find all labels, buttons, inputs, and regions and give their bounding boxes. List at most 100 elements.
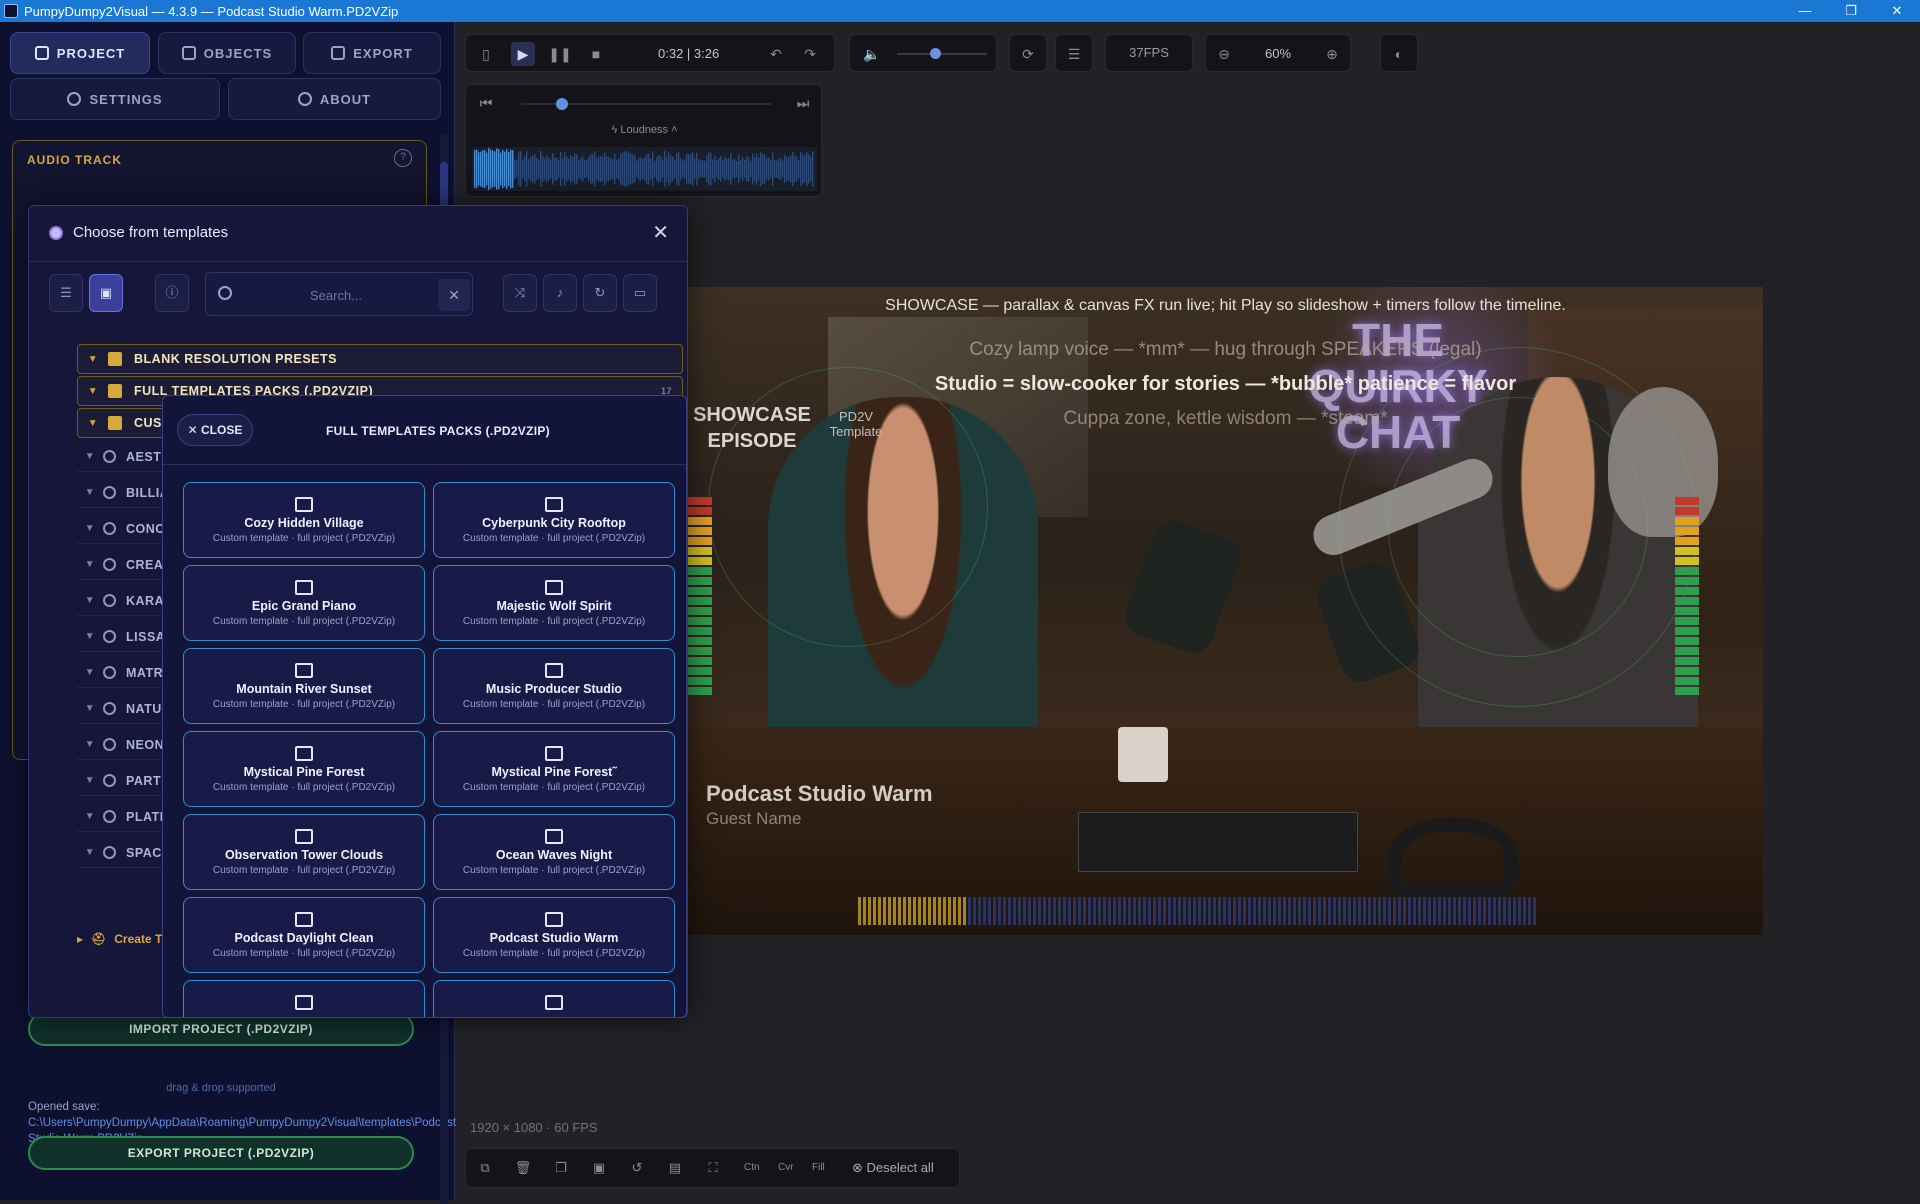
template-card[interactable] — [433, 980, 675, 1017]
template-card[interactable]: Podcast Daylight Clean Custom template · … — [183, 897, 425, 973]
template-search: ✕ — [205, 272, 473, 316]
wave-bar — [508, 152, 510, 186]
group-icon — [103, 486, 116, 499]
search-clear-button[interactable]: ✕ — [438, 279, 470, 311]
rotate-icon[interactable]: ↺ — [626, 1157, 648, 1179]
zoom-out-icon[interactable]: ⊖ — [1212, 42, 1236, 66]
wave-bar — [616, 159, 618, 179]
template-card[interactable]: Ocean Waves Night Custom template · full … — [433, 814, 675, 890]
template-card[interactable]: Cyberpunk City Rooftop Custom template · … — [433, 482, 675, 558]
template-card[interactable]: Mystical Pine Forest˜ Custom template · f… — [433, 731, 675, 807]
volume-icon[interactable]: 🔈 — [860, 42, 884, 66]
template-card[interactable]: Observation Tower Clouds Custom template … — [183, 814, 425, 890]
picture-icon[interactable]: ▤ — [664, 1157, 686, 1179]
mixer-settings-button[interactable]: ☰ — [1055, 34, 1093, 72]
minimize-button[interactable]: — — [1782, 0, 1828, 22]
modal-close-button[interactable]: ✕ — [652, 220, 669, 245]
pause-icon[interactable]: ❚❚ — [548, 42, 572, 66]
wave-bar — [516, 160, 518, 178]
export-project-button[interactable]: EXPORT PROJECT (.PD2VZIP) — [28, 1136, 414, 1170]
chevron-down-icon: ▼ — [87, 353, 99, 365]
play-icon[interactable]: ▶ — [511, 42, 535, 66]
nav-objects-tab[interactable]: OBJECTS — [158, 32, 296, 74]
info-icon[interactable]: ⓘ — [155, 274, 189, 312]
loudness-toggle[interactable]: ϟ Loudness ˄ — [466, 124, 823, 136]
wave-bar — [726, 158, 728, 180]
preview-canvas[interactable]: THE QUIRKY CHAT SHOWCASE — parallax & ca… — [688, 287, 1763, 935]
volume-slider-knob[interactable] — [930, 48, 941, 59]
fullscreen-icon[interactable]: ⛶ — [702, 1157, 724, 1179]
card-view-icon[interactable]: ▣ — [89, 274, 123, 312]
category-blank-presets[interactable]: ▼ BLANK RESOLUTION PRESETS — [77, 344, 683, 374]
template-card[interactable]: Majestic Wolf Spirit Custom template · fu… — [433, 565, 675, 641]
loop-button[interactable]: ⟳ — [1009, 34, 1047, 72]
shuffle-icon[interactable]: ⤨ — [503, 274, 537, 312]
wave-bar — [630, 153, 632, 185]
chevron-down-icon: ▼ — [84, 451, 96, 462]
wave-bar — [768, 157, 770, 181]
group-icon — [103, 738, 116, 751]
stop-icon[interactable]: ■ — [584, 42, 608, 66]
wave-bar — [812, 151, 814, 187]
redo-icon[interactable]: ↷ — [798, 42, 822, 66]
undo-icon[interactable]: ↶ — [764, 42, 788, 66]
copy-icon[interactable]: ❐ — [550, 1157, 572, 1179]
volume-slider[interactable] — [897, 53, 987, 55]
theme-button[interactable]: ◐ — [1380, 34, 1418, 72]
template-card[interactable]: Podcast Studio Warm Custom template · ful… — [433, 897, 675, 973]
wave-bar — [482, 150, 484, 188]
folder-icon — [545, 663, 563, 678]
list-view-icon[interactable]: ☰ — [49, 274, 83, 312]
wave-bar — [798, 159, 800, 179]
template-card[interactable]: Mountain River Sunset Custom template · f… — [183, 648, 425, 724]
vu-segment — [688, 577, 712, 585]
nav-export-tab[interactable]: EXPORT — [303, 32, 441, 74]
wave-bar — [810, 156, 812, 182]
refresh-icon[interactable]: ↻ — [583, 274, 617, 312]
wave-bar — [668, 152, 670, 186]
duplicate-icon[interactable]: ⧉ — [474, 1157, 496, 1179]
close-window-button[interactable]: ✕ — [1874, 0, 1920, 22]
template-card-subtitle: Custom template · full project (.PD2VZip… — [462, 948, 646, 959]
waveform[interactable] — [472, 147, 817, 191]
template-card[interactable]: Mystical Pine Forest Custom template · fu… — [183, 731, 425, 807]
wave-bar — [750, 160, 752, 178]
wave-bar — [762, 153, 764, 185]
sidebar-toggle-icon[interactable]: ▯ — [474, 42, 498, 66]
wave-bar — [766, 158, 768, 180]
subpanel-close-button[interactable]: ✕ CLOSE — [177, 414, 253, 446]
skip-end-icon[interactable]: ⏭ — [791, 91, 815, 115]
zoom-in-icon[interactable]: ⊕ — [1320, 42, 1344, 66]
folder-icon — [545, 580, 563, 595]
search-input[interactable] — [246, 281, 426, 309]
wave-bar — [756, 153, 758, 185]
wave-bar — [598, 156, 600, 182]
group-icon — [103, 450, 116, 463]
deselect-all-button[interactable]: ⊗ Deselect all — [852, 1160, 934, 1176]
wave-bar — [558, 160, 560, 178]
template-card[interactable]: Cozy Hidden Village Custom template · ful… — [183, 482, 425, 558]
template-card-grid: Cozy Hidden Village Custom template · ful… — [183, 482, 675, 1017]
contain-button[interactable]: Ctn — [744, 1162, 760, 1173]
seek-knob[interactable] — [556, 98, 568, 110]
cover-button[interactable]: Cvr — [778, 1162, 794, 1173]
wave-bar — [776, 160, 778, 178]
help-icon[interactable]: ? — [394, 149, 412, 167]
chevron-down-icon: ▼ — [84, 667, 96, 678]
folder-icon — [295, 580, 313, 595]
template-card[interactable]: Music Producer Studio Custom template · f… — [433, 648, 675, 724]
wave-bar — [566, 156, 568, 182]
nav-about-tab[interactable]: ABOUT — [228, 78, 441, 120]
trash-icon[interactable]: 🗑 — [512, 1157, 534, 1179]
nav-project-tab[interactable]: PROJECT — [10, 32, 150, 74]
bell-off-icon[interactable]: ♪ — [543, 274, 577, 312]
nav-settings-tab[interactable]: SETTINGS — [10, 78, 220, 120]
folder-icon[interactable]: ▭ — [623, 274, 657, 312]
template-card[interactable]: Epic Grand Piano Custom template · full p… — [183, 565, 425, 641]
maximize-button[interactable]: ❐ — [1828, 0, 1874, 22]
fill-button[interactable]: Fill — [812, 1162, 825, 1173]
wave-bar — [640, 157, 642, 181]
template-card[interactable] — [183, 980, 425, 1017]
skip-start-icon[interactable]: ⏮ — [474, 91, 498, 115]
image-icon[interactable]: ▣ — [588, 1157, 610, 1179]
